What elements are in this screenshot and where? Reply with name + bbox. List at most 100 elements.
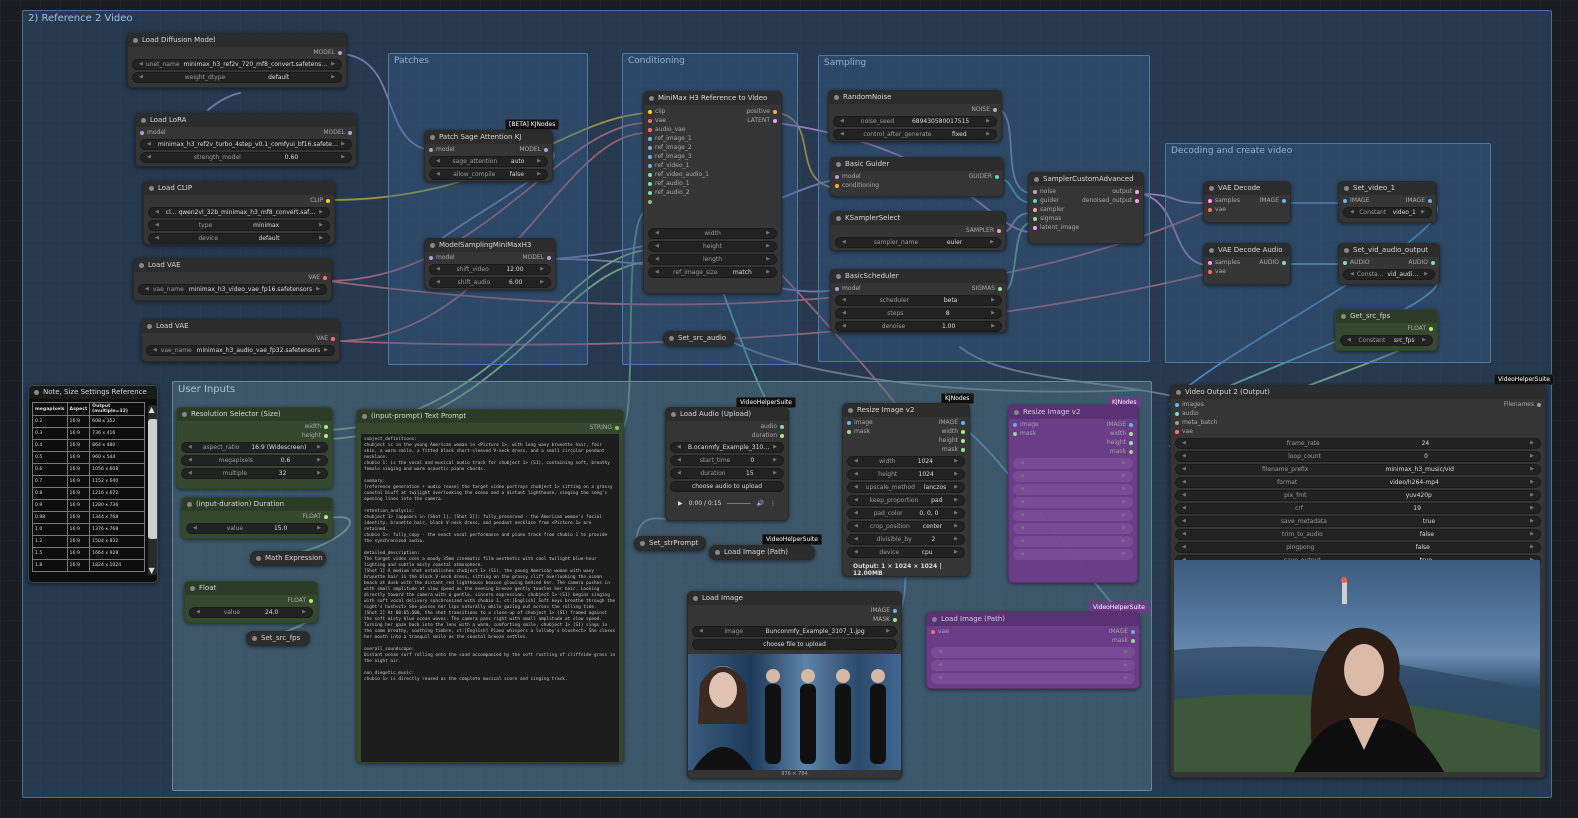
input-meta-batch[interactable]: meta_batch bbox=[1175, 418, 1218, 427]
output-model[interactable]: MODEL bbox=[323, 128, 352, 137]
widget-duration[interactable]: duration15 bbox=[670, 468, 784, 479]
node-title[interactable]: Load VAE bbox=[142, 320, 339, 333]
volume-icon[interactable]: 🔊 bbox=[757, 500, 764, 507]
upload-audio-button[interactable]: choose audio to upload bbox=[670, 481, 784, 492]
node-title[interactable]: Patch Sage Attention KJ bbox=[425, 131, 552, 144]
output-float[interactable]: FLOAT bbox=[302, 512, 328, 521]
output-image[interactable]: IMAGE bbox=[1260, 196, 1286, 205]
node-title[interactable]: Load Audio (Upload) bbox=[666, 408, 788, 421]
widget-loop-count[interactable]: loop_count0 bbox=[1175, 451, 1541, 462]
node-note-size-settings[interactable]: Note, Size Settings Reference megapixels… bbox=[28, 385, 158, 583]
node-duration[interactable]: (input-duration) Duration FLOAT value15.… bbox=[181, 497, 333, 539]
input-mask[interactable]: mask bbox=[1013, 429, 1036, 438]
scrollbar-thumb[interactable] bbox=[147, 419, 157, 539]
node-title[interactable]: Resize Image v2 bbox=[1009, 406, 1137, 419]
widget-value[interactable]: value15.0 bbox=[186, 523, 328, 534]
node-sampler-custom-advanced[interactable]: SamplerCustomAdvanced noise output guider… bbox=[1028, 172, 1144, 244]
node-title[interactable]: RandomNoise bbox=[829, 91, 1001, 104]
output-mask[interactable]: MASK bbox=[873, 615, 897, 624]
widget-unet-name[interactable]: unet_nameminimax_h3_ref2v_720_mf8_conver… bbox=[132, 59, 342, 70]
node-video-output[interactable]: Video Output 2 (Output) images Filenames … bbox=[1170, 385, 1546, 778]
widget-pingpong[interactable]: pingpongfalse bbox=[1175, 542, 1541, 553]
output-image[interactable]: IMAGE bbox=[1109, 627, 1135, 636]
node-title[interactable]: Set_strPrompt bbox=[635, 537, 705, 550]
widget-shift-audio[interactable]: shift_audio6.00 bbox=[429, 277, 551, 288]
input-ref-image-1[interactable]: ref_image_1 bbox=[648, 134, 692, 143]
output-string[interactable]: STRING bbox=[589, 423, 619, 432]
input-ref-image-2[interactable]: ref_image_2 bbox=[648, 143, 692, 152]
input-image[interactable]: IMAGE bbox=[1343, 196, 1369, 205]
node-basic-guider[interactable]: Basic Guider model GUIDER conditioning bbox=[830, 157, 1004, 197]
widget-megapixels[interactable]: megapixels0.6 bbox=[181, 455, 328, 466]
widget-pad-color[interactable]: pad_color0, 0, 0 bbox=[847, 508, 965, 519]
input-mask[interactable]: mask bbox=[847, 427, 870, 436]
output-height[interactable]: height bbox=[302, 431, 328, 440]
output-height[interactable]: height bbox=[939, 436, 965, 445]
node-title[interactable]: Set_video_1 bbox=[1339, 182, 1436, 195]
output-sigmas[interactable]: SIGMAS bbox=[972, 284, 1002, 293]
input-ref-audio-2[interactable]: ref_audio_2 bbox=[648, 188, 690, 197]
output-video-preview[interactable] bbox=[1174, 560, 1540, 772]
node-load-diffusion-model[interactable]: Load Diffusion Model MODEL unet_namemini… bbox=[127, 33, 347, 88]
output-audio[interactable]: audio bbox=[760, 422, 784, 431]
widget-save-metadata[interactable]: save_metadatatrue bbox=[1175, 516, 1541, 527]
node-title[interactable]: BasicScheduler bbox=[831, 270, 1006, 283]
group-patches[interactable]: Patches bbox=[388, 53, 588, 365]
widget-start-time[interactable]: start_time0 bbox=[670, 455, 784, 466]
node-title[interactable]: Basic Guider bbox=[831, 158, 1003, 171]
node-set-src-audio[interactable]: Set_src_audio bbox=[663, 331, 735, 346]
widget-device[interactable]: devicedefault bbox=[148, 233, 330, 244]
node-resize-image-bypassed[interactable]: Resize Image v2 image IMAGE mask width hei… bbox=[1008, 405, 1138, 583]
widget-steps[interactable]: steps8 bbox=[835, 308, 1002, 319]
input-vae[interactable]: vae bbox=[931, 627, 949, 636]
widget-length[interactable]: length bbox=[648, 254, 777, 265]
node-title[interactable]: KSamplerSelect bbox=[831, 212, 1005, 225]
widget-placeholder[interactable] bbox=[1013, 523, 1133, 534]
widget-placeholder[interactable] bbox=[1013, 549, 1133, 560]
widget-multiple[interactable]: multiple32 bbox=[181, 468, 328, 479]
node-math-expression[interactable]: Math Expression bbox=[250, 551, 326, 566]
input-vae[interactable]: vae bbox=[648, 116, 666, 125]
widget-device[interactable]: devicecpu bbox=[847, 547, 965, 558]
node-title[interactable]: Load Image (Path) bbox=[710, 546, 814, 559]
node-title[interactable]: Float bbox=[185, 582, 317, 595]
node-title[interactable]: Get_src_fps bbox=[1336, 310, 1437, 323]
widget-aspect-ratio[interactable]: aspect_ratio16:9 (Widescreen) bbox=[181, 442, 328, 453]
output-positive[interactable]: positive bbox=[746, 107, 777, 116]
widget-placeholder[interactable] bbox=[1013, 510, 1133, 521]
widget-sage-attention[interactable]: sage_attentionauto bbox=[429, 156, 548, 167]
node-title[interactable]: (input-prompt) Text Prompt bbox=[357, 410, 623, 423]
node-title[interactable]: Resize Image v2 bbox=[843, 404, 969, 417]
input-vae[interactable]: vae bbox=[1208, 267, 1226, 276]
node-title[interactable]: ModelSamplingMiniMaxH3 bbox=[425, 239, 555, 252]
node-set-vid-audio-output[interactable]: Set_vid_audio_output AUDIO AUDIO Consta..… bbox=[1338, 243, 1440, 285]
node-canvas[interactable]: 2) Reference 2 Video Patches Conditionin… bbox=[0, 0, 1578, 818]
input-model[interactable]: model bbox=[429, 253, 455, 262]
output-latent[interactable]: LATENT bbox=[747, 116, 777, 125]
play-icon[interactable]: ▶ bbox=[678, 500, 683, 507]
output-clip[interactable]: CLIP bbox=[310, 196, 330, 205]
widget-placeholder[interactable] bbox=[1013, 471, 1133, 482]
input-ref-video-audio-1[interactable]: ref_video_audio_1 bbox=[648, 170, 709, 179]
input-model[interactable]: model bbox=[140, 128, 166, 137]
node-title[interactable]: Resolution Selector (Size) bbox=[177, 408, 332, 421]
input-audio[interactable]: AUDIO bbox=[1343, 258, 1370, 267]
node-set-video[interactable]: Set_video_1 IMAGE IMAGE Constantvideo_1 bbox=[1338, 181, 1437, 223]
widget-frame-rate[interactable]: frame_rate24 bbox=[1175, 438, 1541, 449]
input-noise[interactable]: noise bbox=[1033, 187, 1056, 196]
input-model[interactable]: model bbox=[429, 145, 455, 154]
output-width[interactable]: width bbox=[941, 427, 965, 436]
widget-upscale-method[interactable]: upscale_methodlanczos bbox=[847, 482, 965, 493]
output-audio[interactable]: AUDIO bbox=[1259, 258, 1286, 267]
widget-lora-name[interactable]: minimax_h3_ref2v_turbo_4step_v0.1_comfyu… bbox=[140, 139, 352, 150]
node-title[interactable]: VAE Decode Audio bbox=[1204, 244, 1290, 257]
node-title[interactable]: VAE Decode bbox=[1204, 182, 1290, 195]
audio-player[interactable]: ▶ 0:00 / 0:15 🔊 ⋮ bbox=[670, 500, 784, 507]
node-vae-decode-audio[interactable]: VAE Decode Audio samples AUDIO vae bbox=[1203, 243, 1291, 285]
node-title[interactable]: Note, Size Settings Reference bbox=[29, 386, 157, 399]
node-set-src-fps[interactable]: Set_src_fps bbox=[246, 631, 310, 646]
node-set-str-prompt[interactable]: Set_strPrompt bbox=[634, 536, 706, 551]
input-vae[interactable]: vae bbox=[1175, 427, 1193, 436]
input-images[interactable]: images bbox=[1175, 400, 1204, 409]
widget-placeholder[interactable] bbox=[931, 647, 1135, 658]
